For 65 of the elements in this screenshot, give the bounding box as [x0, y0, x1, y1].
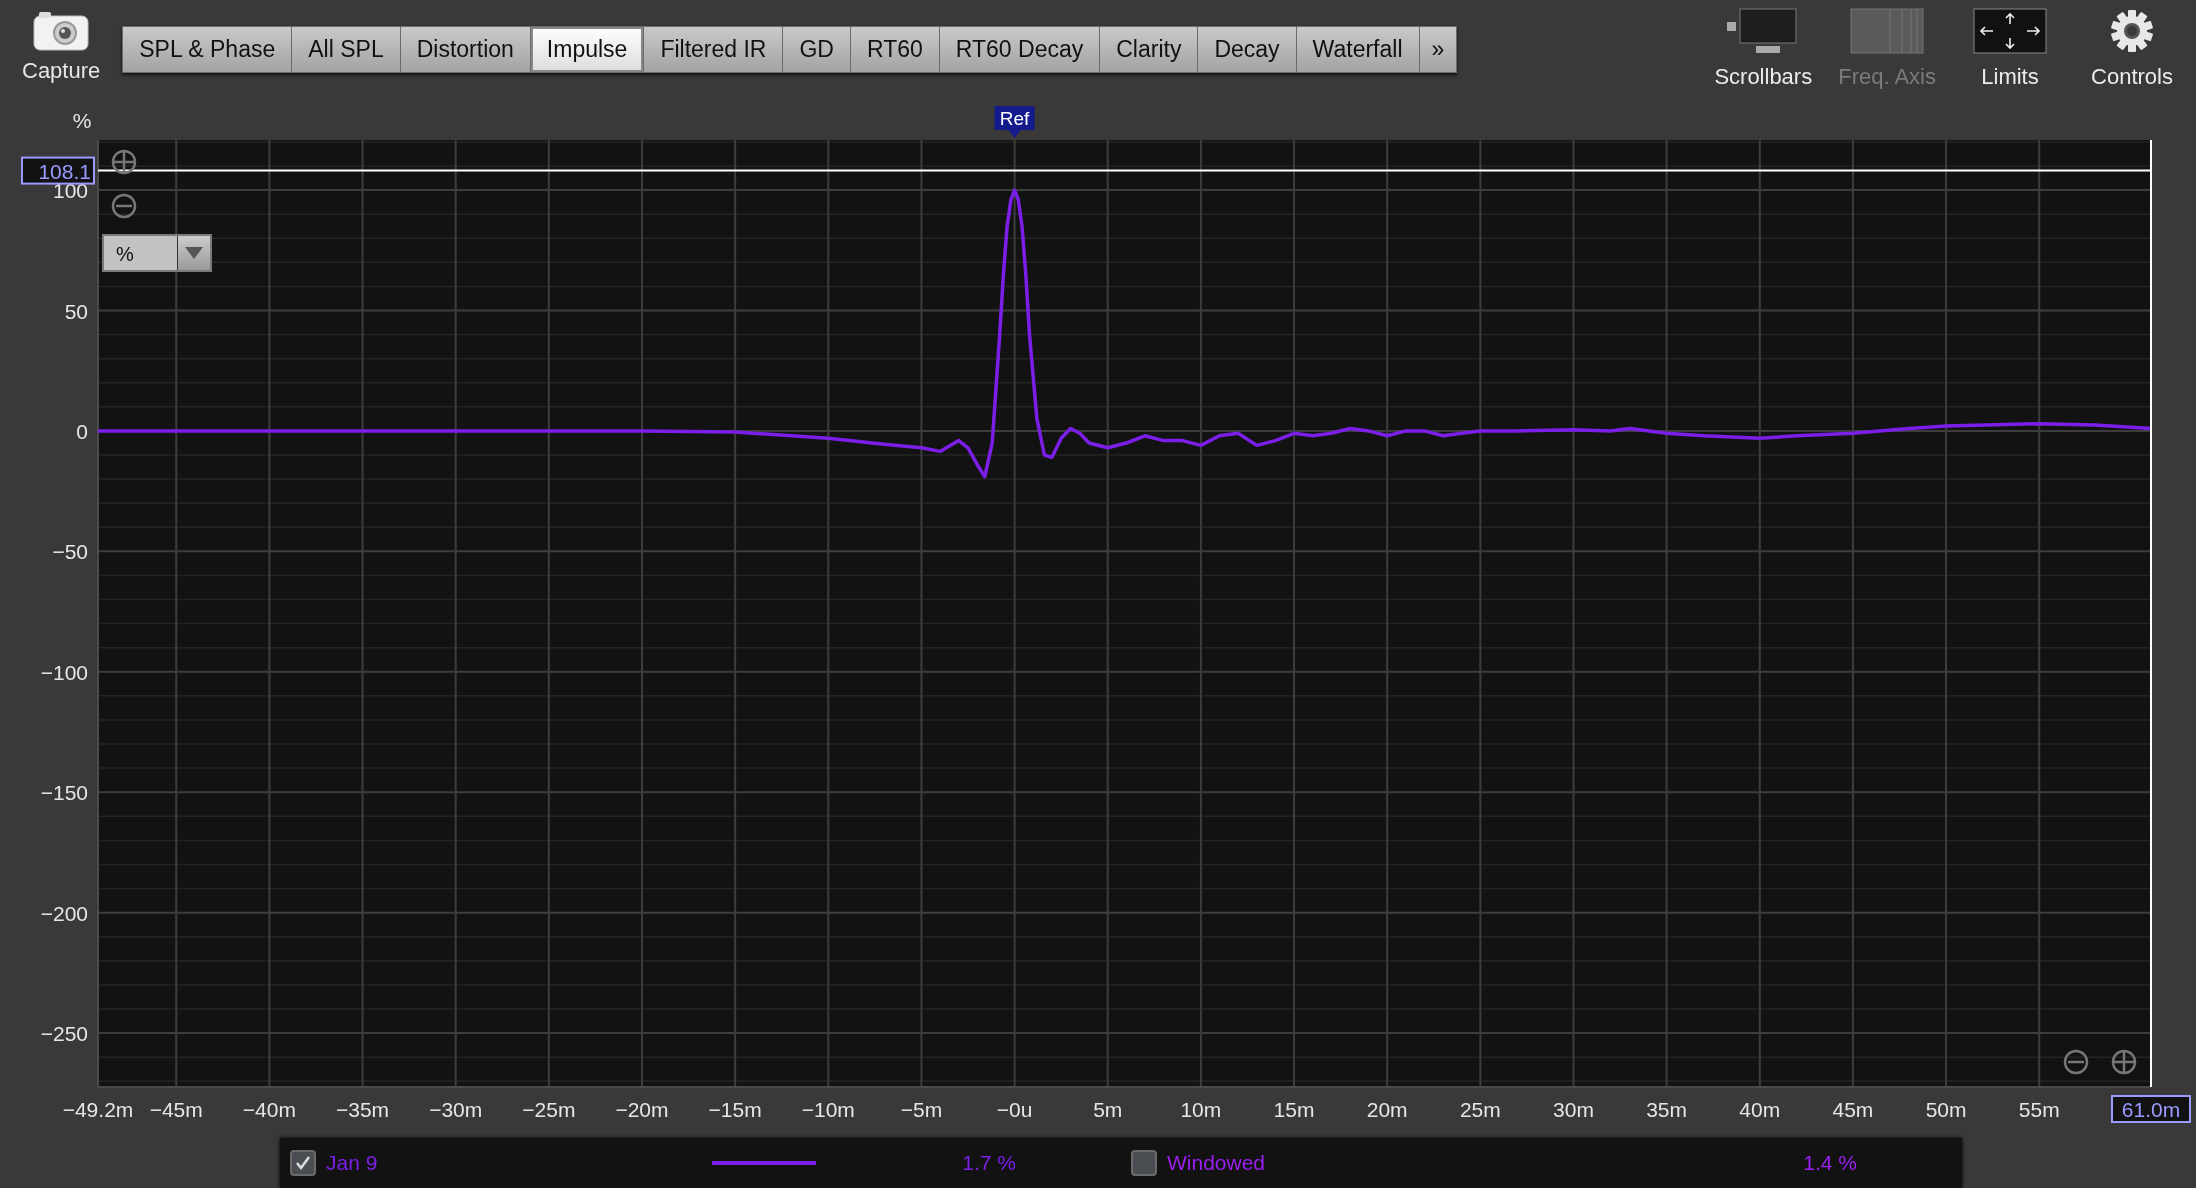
y-axis-label: −200 [40, 901, 88, 925]
controls-button[interactable]: Controls [2084, 8, 2180, 90]
grid-icon [1850, 8, 1925, 54]
settings-icon [2109, 8, 2155, 54]
view-tab[interactable]: Impulse [530, 27, 644, 72]
view-tab[interactable]: SPL & Phase [123, 27, 292, 72]
zoom-in-icon[interactable] [111, 149, 137, 175]
y-axis-label: −150 [40, 781, 88, 805]
x-axis-label: 35m [1646, 1098, 1688, 1121]
y-axis-label: −50 [52, 540, 88, 564]
series-name: Jan 9 [326, 1151, 379, 1175]
series-value: 1.7 % [961, 1151, 1016, 1175]
x-axis-label: −25m [522, 1098, 576, 1121]
caret-icon [185, 247, 203, 259]
checkbox[interactable] [1131, 1150, 1157, 1176]
x-axis-label: 55m [2018, 1098, 2060, 1121]
view-tab[interactable]: RT60 Decay [939, 27, 1100, 72]
view-tab[interactable]: Filtered IR [644, 27, 783, 72]
checkbox[interactable] [290, 1150, 316, 1176]
x-axis-label: 20m [1366, 1098, 1408, 1121]
x-axis-label: 25m [1459, 1098, 1501, 1121]
x-axis-label: −20m [615, 1098, 669, 1121]
x-axis-label: 45m [1832, 1098, 1874, 1121]
x-axis-label: 50m [1925, 1098, 1967, 1121]
capture-button[interactable]: Capture [22, 10, 101, 84]
x-axis-label: 10m [1180, 1098, 1222, 1121]
x-axis-label: 5m [1093, 1098, 1123, 1121]
y-axis-label: 0 [76, 419, 88, 443]
view-tab[interactable]: Decay [1198, 27, 1296, 72]
x-axis-label: −49.2m [62, 1098, 134, 1121]
view-tab[interactable]: Distortion [400, 27, 530, 72]
y-axis-label: −100 [40, 660, 88, 684]
x-axis-label: −30m [429, 1098, 483, 1121]
series-value: 1.4 % [1802, 1151, 1857, 1175]
series-name: Windowed [1167, 1151, 1267, 1175]
unit-select[interactable]: % [102, 234, 212, 272]
view-tab[interactable]: RT60 [851, 27, 939, 72]
right-limit-field[interactable]: 61.0m [2111, 1095, 2191, 1123]
view-tab[interactable]: Waterfall [1296, 27, 1419, 72]
more-tabs-button[interactable]: » [1419, 27, 1457, 72]
unit-label: % [72, 109, 92, 132]
view-tab[interactable]: Clarity [1100, 27, 1198, 72]
x-axis-label: −40m [242, 1098, 296, 1121]
top-limit-field[interactable]: 108.1 [21, 156, 95, 185]
x-axis-label: −45m [149, 1098, 203, 1121]
x-axis-label: −35m [336, 1098, 390, 1121]
x-axis-label: −15m [708, 1098, 762, 1121]
y-axis-label: 50 [64, 299, 88, 323]
check-icon [294, 1154, 312, 1172]
limits-button[interactable]: Limits [1962, 8, 2058, 90]
view-tab[interactable]: GD [783, 27, 850, 72]
x-axis-label: 30m [1553, 1098, 1594, 1121]
ref-marker[interactable]: Ref [994, 106, 1035, 138]
y-axis-label: −250 [40, 1022, 88, 1046]
camera-icon [31, 10, 92, 52]
x-axis-label: −10m [801, 1098, 855, 1121]
arrows-icon [1973, 8, 2047, 54]
scrollbars-button[interactable]: Scrollbars [1714, 8, 1813, 90]
x-axis-label: −5m [900, 1098, 943, 1121]
view-tab[interactable]: All SPL [292, 27, 400, 72]
zoom-out-icon[interactable] [2063, 1049, 2089, 1075]
x-axis-label: 40m [1739, 1098, 1781, 1121]
zoom-out-icon[interactable] [111, 193, 137, 219]
x-axis-label: 15m [1273, 1098, 1315, 1121]
x-axis-label: −0u [996, 1098, 1033, 1121]
